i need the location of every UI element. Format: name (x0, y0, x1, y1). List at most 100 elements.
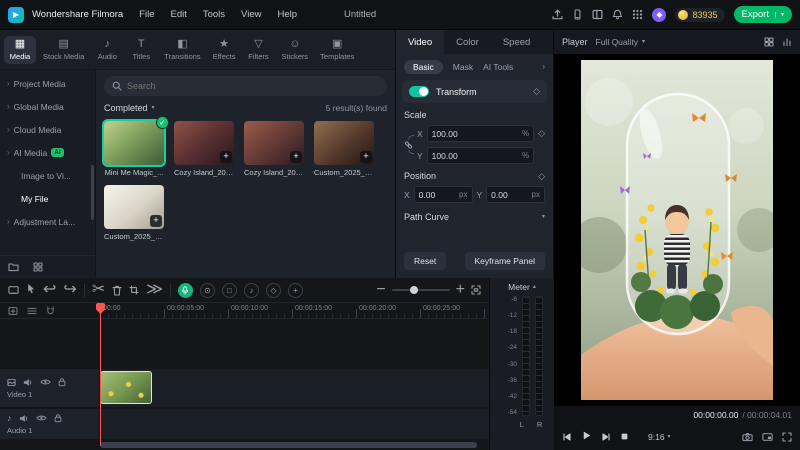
keyframe-diamond-icon[interactable]: ◇ (538, 171, 545, 181)
previous-frame-button[interactable] (562, 432, 572, 442)
lock-icon[interactable] (58, 377, 66, 387)
zoom-out-icon[interactable]: − (376, 282, 385, 298)
lock-icon[interactable] (54, 413, 62, 423)
sidebar-item-global-media[interactable]: › Global Media (0, 95, 95, 118)
sidebar-item-adjustment-layer[interactable]: › Adjustment La... (0, 210, 95, 233)
sidebar-item-image-to-video[interactable]: Image to Vi... (0, 164, 95, 187)
tab-color[interactable]: Color (444, 30, 491, 54)
menu-tools[interactable]: Tools (203, 9, 225, 20)
snap-magnet-icon[interactable] (46, 305, 55, 316)
scale-y-input[interactable] (431, 150, 519, 161)
scale-x-input[interactable] (431, 128, 519, 139)
media-item[interactable]: ✓ Mini Me Magic_... (104, 116, 169, 177)
subtab-ai-tools[interactable]: AI Tools (483, 62, 513, 72)
position-x-input[interactable] (418, 189, 457, 200)
next-frame-button[interactable] (601, 432, 611, 442)
tab-audio[interactable]: ♪ Audio (91, 36, 123, 64)
pip-monitor-icon[interactable] (762, 432, 773, 442)
tab-stickers[interactable]: ☺ Stickers (276, 36, 313, 64)
tab-templates[interactable]: ▣ Templates (315, 36, 359, 64)
membership-icon[interactable]: ◆ (652, 7, 667, 22)
record-voiceover-icon[interactable] (177, 282, 193, 298)
sidebar-item-my-file[interactable]: My File (0, 187, 95, 210)
notification-bell-icon[interactable] (612, 9, 623, 20)
position-y-input[interactable] (491, 189, 529, 200)
mask-icon[interactable]: □ (221, 282, 237, 298)
scale-x-field[interactable]: % (426, 125, 535, 142)
scale-y-field[interactable]: % (426, 147, 535, 164)
import-folder-icon[interactable] (8, 262, 19, 272)
tab-media[interactable]: ▦ Media (4, 35, 36, 64)
chroma-key-icon[interactable]: ⊙ (199, 282, 215, 298)
audio-track-lane[interactable] (100, 409, 489, 439)
tab-transitions[interactable]: ◧ Transitions (159, 36, 205, 64)
coins-balance[interactable]: 83935 (675, 7, 725, 22)
export-button[interactable]: Export ▾ (733, 6, 792, 23)
subtab-mask[interactable]: Mask (453, 62, 473, 72)
keyframe-diamond-icon[interactable]: ◇ (538, 129, 545, 138)
add-track-icon[interactable] (8, 306, 18, 316)
video-track-lane[interactable] (100, 369, 489, 407)
media-thumbnail[interactable]: + (104, 185, 164, 229)
split-scissors-icon[interactable]: ✂ (92, 282, 105, 298)
tab-filters[interactable]: ▽ Filters (242, 36, 274, 64)
add-to-timeline-icon[interactable]: + (150, 215, 162, 227)
playhead[interactable] (96, 303, 105, 446)
add-to-timeline-icon[interactable]: + (220, 151, 232, 163)
hide-eye-icon[interactable] (35, 414, 47, 422)
media-thumbnail-selected[interactable]: ✓ (104, 116, 169, 165)
tab-stock-media[interactable]: ▤ Stock Media (38, 36, 89, 64)
add-to-timeline-icon[interactable]: + (360, 151, 372, 163)
media-thumbnail[interactable]: + (314, 121, 374, 165)
media-item[interactable]: + Custom_2025_0... (104, 185, 164, 241)
tab-titles[interactable]: T Titles (125, 36, 157, 64)
undo-icon[interactable]: ↩ (43, 282, 56, 298)
filter-dropdown[interactable]: Completed (104, 103, 148, 113)
menu-file[interactable]: File (139, 9, 154, 20)
view-layout-icon[interactable] (764, 37, 774, 47)
mute-speaker-icon[interactable] (19, 414, 29, 423)
link-icon[interactable] (404, 139, 413, 150)
zoom-slider[interactable] (391, 286, 450, 294)
video-clip[interactable] (100, 371, 152, 404)
tab-speed[interactable]: Speed (491, 30, 542, 54)
track-manage-icon[interactable] (27, 306, 37, 316)
scopes-icon[interactable] (782, 37, 792, 47)
chevron-down-icon[interactable]: ▾ (542, 214, 545, 220)
media-thumbnail[interactable]: + (244, 121, 304, 165)
stop-button[interactable] (620, 428, 629, 446)
pointer-tool-icon[interactable] (26, 281, 36, 299)
marker-icon[interactable]: + (287, 282, 303, 298)
sidebar-item-ai-media[interactable]: › AI Media AI (0, 141, 95, 164)
search-bar[interactable] (104, 76, 387, 96)
phone-mirror-icon[interactable] (572, 9, 583, 20)
chevron-down-icon[interactable]: ▾ (152, 105, 155, 111)
video-preview[interactable] (554, 54, 800, 406)
mute-speaker-icon[interactable] (23, 378, 33, 387)
keyframe-icon[interactable]: ◇ (265, 282, 281, 298)
path-curve-section[interactable]: Path Curve ▾ (396, 203, 553, 222)
sidebar-scrollbar[interactable] (91, 165, 94, 220)
media-item[interactable]: + Cozy Island_202... (174, 121, 234, 177)
reset-button[interactable]: Reset (404, 252, 447, 270)
speed-ramp-icon[interactable]: ≫ (146, 282, 163, 298)
chevron-up-icon[interactable]: ▴ (533, 284, 536, 290)
media-item[interactable]: + Custom_2025_0... (314, 121, 374, 177)
aspect-ratio-dropdown[interactable]: 9:16 ▾ (648, 432, 671, 442)
upload-icon[interactable] (552, 9, 563, 20)
timeline-ruler[interactable]: 00:00 00:00:05:00 00:00:10:00 00:00:15:0… (100, 303, 489, 318)
keyframe-diamond-icon[interactable]: ◇ (533, 87, 540, 96)
collection-grid-icon[interactable] (33, 261, 43, 272)
media-preview-icon[interactable] (8, 285, 19, 295)
zoom-in-icon[interactable]: + (456, 282, 465, 298)
menu-view[interactable]: View (241, 9, 261, 20)
media-item[interactable]: + Cozy Island_202... (244, 121, 304, 177)
zoom-slider-knob[interactable] (409, 286, 418, 294)
apps-grid-icon[interactable] (632, 9, 643, 20)
play-button[interactable] (581, 428, 592, 446)
menu-edit[interactable]: Edit (170, 9, 186, 20)
audio-detach-icon[interactable]: ♪ (243, 282, 259, 298)
position-x-field[interactable]: px (413, 186, 473, 203)
subtab-basic[interactable]: Basic (404, 60, 443, 74)
sidebar-item-project-media[interactable]: › Project Media (0, 72, 95, 95)
